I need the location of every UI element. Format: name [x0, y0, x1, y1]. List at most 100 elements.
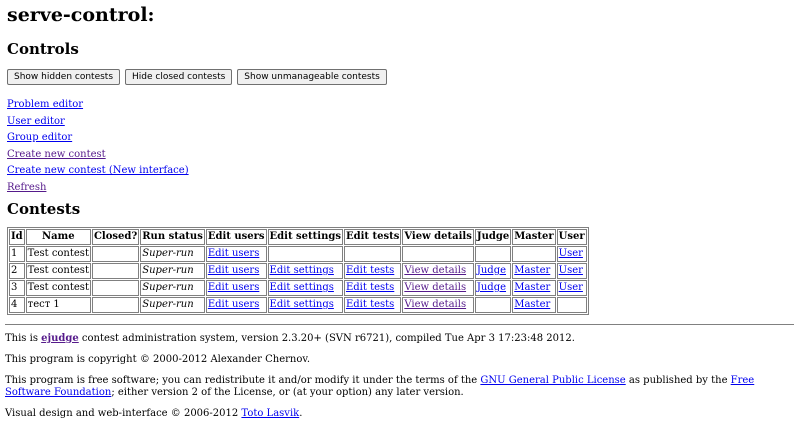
create-new-contest-new-interface-link[interactable]: Create new contest (New interface) [7, 165, 795, 176]
table-row: 1 Test contest Super-run Edit users User [9, 245, 587, 262]
view-details-link[interactable]: View details [404, 265, 466, 276]
user-editor-link[interactable]: User editor [7, 116, 795, 127]
edit-users-link[interactable]: Edit users [208, 248, 260, 259]
edit-tests-link[interactable]: Edit tests [346, 265, 394, 276]
contests-table: Id Name Closed? Run status Edit users Ed… [7, 226, 589, 315]
master-cell: Master [512, 262, 556, 279]
contest-run-status: Super-run [140, 262, 205, 279]
column-header-run-status: Run status [140, 228, 205, 245]
hide-closed-contests-button[interactable]: Hide closed contests [125, 69, 233, 85]
edit-settings-link[interactable]: Edit settings [270, 282, 334, 293]
edit-settings-cell: Edit settings [267, 262, 343, 279]
ejudge-link[interactable]: ejudge [41, 333, 79, 344]
master-cell [512, 245, 556, 262]
footer-text: This program is free software; you can r… [5, 375, 481, 386]
edit-settings-link[interactable]: Edit settings [270, 299, 334, 310]
edit-users-link[interactable]: Edit users [208, 265, 260, 276]
user-link[interactable]: User [559, 265, 583, 276]
contest-id: 4 [9, 296, 25, 313]
refresh-link[interactable]: Refresh [7, 182, 795, 193]
footer-text: as published by the [625, 375, 731, 386]
footer-design-line: Visual design and web-interface © 2006-2… [5, 408, 795, 420]
judge-link[interactable]: Judge [477, 265, 506, 276]
controls-button-row: Show hidden contests Hide closed contest… [7, 69, 795, 85]
judge-cell: Judge [474, 279, 512, 296]
contest-closed [91, 245, 140, 262]
column-header-master: Master [512, 228, 556, 245]
view-details-cell: View details [402, 279, 474, 296]
page-title: serve-control: [7, 4, 155, 26]
contest-name: Test contest [25, 279, 91, 296]
footer-divider [5, 324, 794, 325]
create-new-contest-link[interactable]: Create new contest [7, 149, 795, 160]
page: serve-control: Controls Show hidden cont… [7, 0, 795, 315]
edit-users-cell: Edit users [205, 245, 267, 262]
footer-text: This is [5, 333, 42, 344]
master-link[interactable]: Master [514, 265, 550, 276]
user-cell: User [556, 245, 587, 262]
contest-run-status: Super-run [140, 296, 205, 313]
table-row: 2 Test contest Super-run Edit users Edit… [9, 262, 587, 279]
user-link[interactable]: User [559, 282, 583, 293]
master-cell: Master [512, 296, 556, 313]
edit-users-link[interactable]: Edit users [208, 282, 260, 293]
footer-text: . [299, 408, 303, 419]
table-row: 3 Test contest Super-run Edit users Edit… [9, 279, 587, 296]
controls-links: Problem editor User editor Group editor … [7, 99, 795, 193]
contest-name: тест 1 [25, 296, 91, 313]
master-link[interactable]: Master [514, 282, 550, 293]
edit-users-link[interactable]: Edit users [208, 299, 260, 310]
contests-heading: Contests [7, 199, 81, 218]
table-header-row: Id Name Closed? Run status Edit users Ed… [9, 228, 587, 245]
problem-editor-link[interactable]: Problem editor [7, 99, 795, 110]
view-details-link[interactable]: View details [404, 282, 466, 293]
view-details-link[interactable]: View details [404, 299, 466, 310]
contest-run-status: Super-run [140, 245, 205, 262]
view-details-cell [402, 245, 474, 262]
footer-license-line: This program is free software; you can r… [5, 375, 795, 399]
edit-settings-cell: Edit settings [267, 296, 343, 313]
master-cell: Master [512, 279, 556, 296]
edit-users-cell: Edit users [205, 279, 267, 296]
column-header-closed: Closed? [91, 228, 140, 245]
master-link[interactable]: Master [514, 299, 550, 310]
gpl-link[interactable]: GNU General Public License [480, 375, 625, 386]
contest-closed [91, 279, 140, 296]
judge-cell: Judge [474, 262, 512, 279]
edit-settings-cell [267, 245, 343, 262]
contest-run-status: Super-run [140, 279, 205, 296]
edit-tests-link[interactable]: Edit tests [346, 299, 394, 310]
view-details-cell: View details [402, 262, 474, 279]
footer-text: contest administration system, version 2… [78, 333, 575, 344]
column-header-judge: Judge [474, 228, 512, 245]
footer-text: ; either version 2 of the License, or (a… [111, 387, 464, 398]
show-unmanageable-contests-button[interactable]: Show unmanageable contests [237, 69, 387, 85]
edit-tests-cell [343, 245, 402, 262]
contest-closed [91, 262, 140, 279]
footer-version-line: This is ejudge contest administration sy… [5, 333, 795, 345]
contest-closed [91, 296, 140, 313]
show-hidden-contests-button[interactable]: Show hidden contests [7, 69, 121, 85]
column-header-view-details: View details [402, 228, 474, 245]
edit-users-cell: Edit users [205, 296, 267, 313]
designer-link[interactable]: Toto Lasvik [241, 408, 299, 419]
user-cell: User [556, 262, 587, 279]
column-header-id: Id [9, 228, 25, 245]
edit-tests-cell: Edit tests [343, 296, 402, 313]
edit-tests-cell: Edit tests [343, 262, 402, 279]
user-link[interactable]: User [559, 248, 583, 259]
contest-id: 2 [9, 262, 25, 279]
edit-settings-link[interactable]: Edit settings [270, 265, 334, 276]
table-row: 4 тест 1 Super-run Edit users Edit setti… [9, 296, 587, 313]
judge-link[interactable]: Judge [477, 282, 506, 293]
contest-name: Test contest [25, 262, 91, 279]
contest-id: 3 [9, 279, 25, 296]
judge-cell [474, 296, 512, 313]
contest-id: 1 [9, 245, 25, 262]
user-cell: User [556, 279, 587, 296]
column-header-name: Name [25, 228, 91, 245]
edit-tests-link[interactable]: Edit tests [346, 282, 394, 293]
column-header-edit-users: Edit users [205, 228, 267, 245]
column-header-edit-settings: Edit settings [267, 228, 343, 245]
group-editor-link[interactable]: Group editor [7, 132, 795, 143]
